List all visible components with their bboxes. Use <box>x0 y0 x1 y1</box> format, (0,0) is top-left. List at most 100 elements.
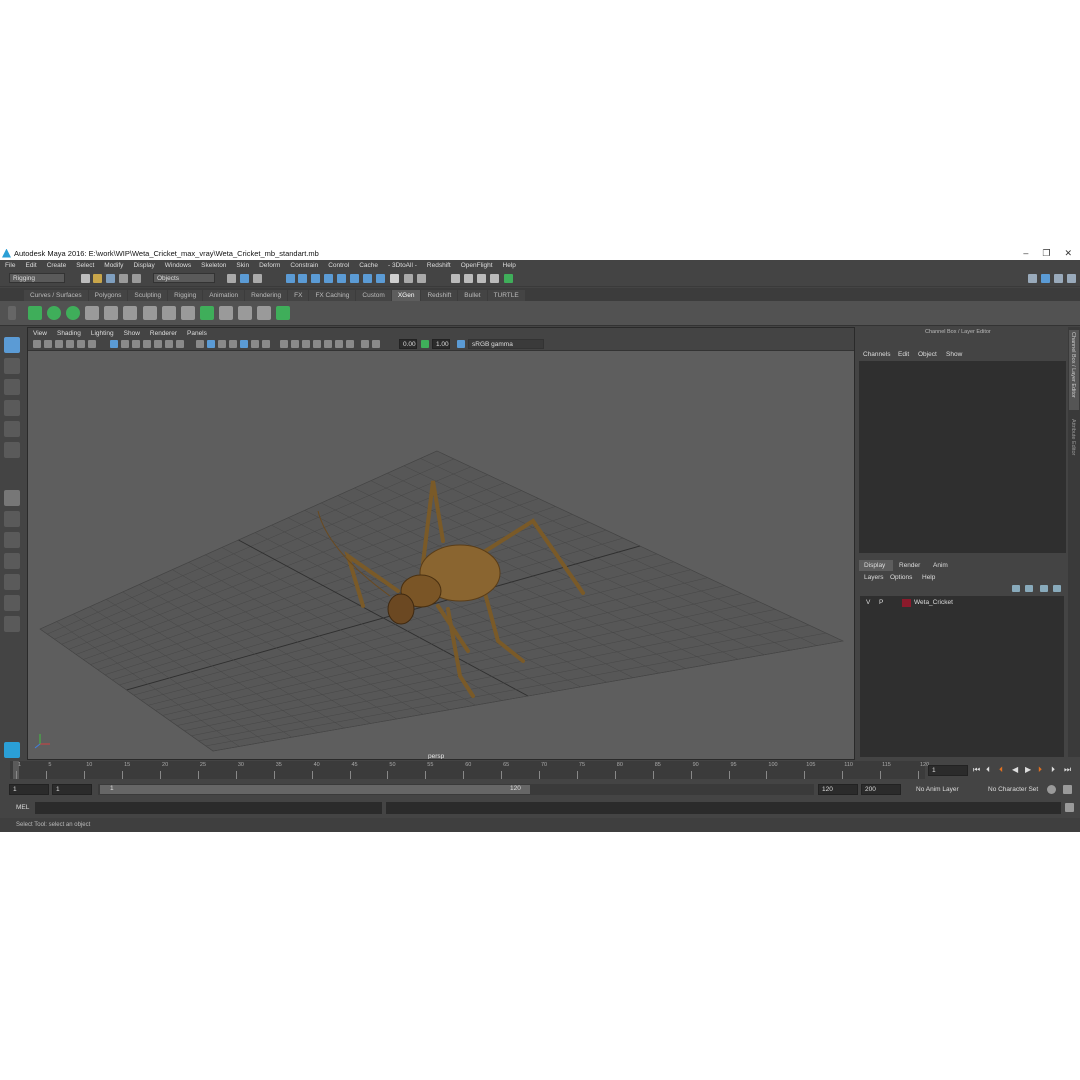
menu-windows[interactable]: Windows <box>160 262 196 269</box>
menu-skeleton[interactable]: Skeleton <box>196 262 231 269</box>
play-backwards-icon[interactable]: ◀ <box>1012 765 1018 774</box>
menu-edit[interactable]: Edit <box>20 262 41 269</box>
create-empty-layer-icon[interactable] <box>1040 585 1048 592</box>
select-surfaces-icon[interactable] <box>324 274 333 283</box>
maximize-button[interactable]: ❐ <box>1042 248 1050 259</box>
xgen-comb-icon[interactable] <box>257 306 271 320</box>
anim-layer-dropdown[interactable]: No Anim Layer <box>916 786 959 793</box>
time-slider-track[interactable]: 1 5 10 15 20 25 30 35 40 45 50 55 60 65 70 75 80 85 90 95 10… <box>10 761 929 779</box>
menu-redshift[interactable]: Redshift <box>422 262 456 269</box>
side-tab-attribute-editor[interactable]: Attribute Editor <box>1069 417 1079 473</box>
xgen-guide-bend-icon[interactable] <box>143 306 157 320</box>
xgen-description-icon[interactable] <box>47 306 61 320</box>
image-plane-icon[interactable] <box>66 340 74 348</box>
xray-icon[interactable] <box>324 340 332 348</box>
viewport-menu-lighting[interactable]: Lighting <box>86 330 119 337</box>
shelf-tab-bullet[interactable]: Bullet <box>458 290 487 301</box>
command-input[interactable] <box>35 802 382 814</box>
play-forwards-icon[interactable]: ▶ <box>1025 765 1031 774</box>
menu-openflight[interactable]: OpenFlight <box>456 262 498 269</box>
move-layer-up-icon[interactable] <box>1012 585 1020 592</box>
auto-key-icon[interactable] <box>1047 785 1056 794</box>
bookmarks-icon[interactable] <box>55 340 63 348</box>
grid-toggle-icon[interactable] <box>110 340 118 348</box>
create-layer-from-selected-icon[interactable] <box>1053 585 1061 592</box>
menu-display[interactable]: Display <box>128 262 159 269</box>
xgen-guide-sculpt-icon[interactable] <box>123 306 137 320</box>
grease-pencil-icon[interactable] <box>77 340 85 348</box>
graph-editor-layout-icon[interactable] <box>4 595 20 611</box>
xgen-guide-icon[interactable] <box>85 306 99 320</box>
menu-deform[interactable]: Deform <box>254 262 285 269</box>
select-joints-icon[interactable] <box>298 274 307 283</box>
select-handles-icon[interactable] <box>286 274 295 283</box>
shelf-tab-fx-caching[interactable]: FX Caching <box>309 290 356 301</box>
animation-end-field[interactable]: 200 <box>861 784 901 795</box>
menuset-dropdown[interactable]: Rigging <box>9 273 65 283</box>
modeling-toolkit-icon[interactable] <box>1028 274 1037 283</box>
two-d-pan-zoom-icon[interactable] <box>88 340 96 348</box>
field-chart-icon[interactable] <box>154 340 162 348</box>
layer-menu-layers[interactable]: Layers <box>864 574 884 581</box>
select-hierarchy-icon[interactable] <box>227 274 236 283</box>
step-back-key-icon[interactable]: ⏴ <box>986 765 990 775</box>
undo-icon[interactable] <box>119 274 128 283</box>
minimize-button[interactable]: – <box>1023 248 1028 258</box>
gamma-field[interactable]: 1.00 <box>432 339 450 349</box>
shelf-tab-sculpting[interactable]: Sculpting <box>128 290 168 301</box>
xray-active-icon[interactable] <box>335 340 343 348</box>
go-to-end-icon[interactable]: ⏭ <box>1064 765 1071 775</box>
hypershade-icon[interactable] <box>504 274 513 283</box>
film-gate-icon[interactable] <box>121 340 129 348</box>
scale-tool-icon[interactable] <box>4 442 20 458</box>
four-view-layout-icon[interactable] <box>4 511 20 527</box>
layer-tab-anim[interactable]: Anim <box>933 562 948 569</box>
menu-file[interactable]: File <box>0 262 20 269</box>
step-back-frame-icon[interactable]: ⏴ <box>999 765 1003 775</box>
channel-box-toggle-icon[interactable] <box>1067 274 1076 283</box>
channel-box-menu-channels[interactable]: Channels <box>863 351 890 358</box>
script-language-toggle[interactable]: MEL <box>16 804 29 811</box>
paint-select-tool-icon[interactable] <box>4 379 20 395</box>
shadows-icon[interactable] <box>251 340 259 348</box>
xgen-add-guide-icon[interactable] <box>104 306 118 320</box>
layer-visibility-toggle[interactable]: V <box>866 599 870 606</box>
safe-action-icon[interactable] <box>165 340 173 348</box>
shelf-tab-xgen[interactable]: XGen <box>391 290 421 301</box>
select-tool-icon[interactable] <box>4 337 20 353</box>
viewport-menu-show[interactable]: Show <box>119 330 145 337</box>
channel-box-menu-object[interactable]: Object <box>918 351 937 358</box>
menu-control[interactable]: Control <box>323 262 354 269</box>
exposure-field[interactable]: 0.00 <box>399 339 417 349</box>
animation-preferences-icon[interactable] <box>1063 785 1072 794</box>
camera-attributes-icon[interactable] <box>44 340 52 348</box>
select-deformations-icon[interactable] <box>337 274 346 283</box>
attribute-editor-toggle-icon[interactable] <box>1041 274 1050 283</box>
selection-mode-dropdown[interactable]: Objects <box>153 273 215 283</box>
redo-icon[interactable] <box>132 274 141 283</box>
xgen-delete-icon[interactable] <box>276 306 290 320</box>
xgen-guide-length-icon[interactable] <box>181 306 195 320</box>
layer-playback-toggle[interactable]: P <box>879 599 883 606</box>
step-forward-key-icon[interactable]: ⏵ <box>1051 765 1055 775</box>
step-forward-frame-icon[interactable]: ⏵ <box>1038 765 1042 775</box>
perspective-viewport[interactable]: View Shading Lighting Show Renderer Pane… <box>27 327 855 760</box>
xray-joints-icon[interactable] <box>346 340 354 348</box>
select-object-icon[interactable] <box>240 274 249 283</box>
menu-help[interactable]: Help <box>498 262 521 269</box>
select-curves-icon[interactable] <box>311 274 320 283</box>
menu-modify[interactable]: Modify <box>99 262 128 269</box>
shelf-tab-rendering[interactable]: Rendering <box>245 290 288 301</box>
select-component-icon[interactable] <box>253 274 262 283</box>
select-camera-icon[interactable] <box>33 340 41 348</box>
lock-selection-icon[interactable] <box>390 274 399 283</box>
single-perspective-layout-icon[interactable] <box>4 490 20 506</box>
xgen-primitive-icon[interactable] <box>66 306 80 320</box>
persp-outliner-layout-icon[interactable] <box>4 553 20 569</box>
save-scene-icon[interactable] <box>106 274 115 283</box>
shelf-tab-fx[interactable]: FX <box>288 290 309 301</box>
lasso-tool-icon[interactable] <box>4 358 20 374</box>
shelf-tab-redshift[interactable]: Redshift <box>421 290 458 301</box>
menu-3dtoall[interactable]: - 3DtoAll - <box>383 262 422 269</box>
animation-start-field[interactable]: 1 <box>9 784 49 795</box>
